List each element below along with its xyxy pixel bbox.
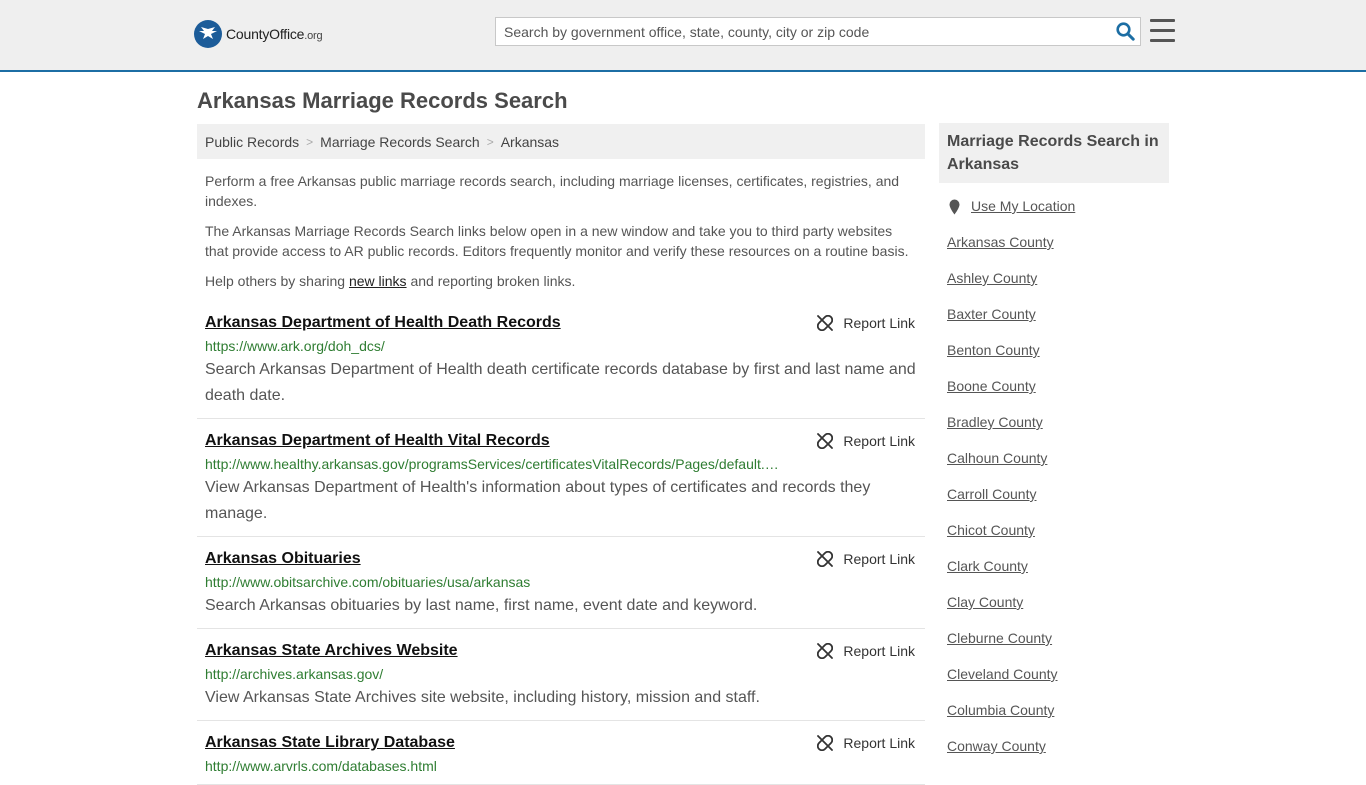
list-item: Clark County bbox=[947, 558, 1169, 594]
county-list: Use My Location Arkansas County Ashley C… bbox=[939, 198, 1169, 774]
result-url: http://www.healthy.arkansas.gov/programs… bbox=[205, 456, 779, 472]
result-item: Arkansas Obituaries Report Link http://w… bbox=[197, 537, 925, 629]
main-content: Public Records > Marriage Records Search… bbox=[197, 124, 925, 785]
result-title-link[interactable]: Arkansas Obituaries bbox=[205, 549, 361, 569]
breadcrumb: Public Records > Marriage Records Search… bbox=[197, 124, 925, 159]
result-item: Arkansas State Archives Website Report L… bbox=[197, 629, 925, 721]
search-bar bbox=[495, 17, 1141, 46]
list-item: Calhoun County bbox=[947, 450, 1169, 486]
breadcrumb-public-records[interactable]: Public Records bbox=[205, 134, 299, 150]
site-logo[interactable]: CountyOffice.org bbox=[194, 20, 323, 48]
county-link[interactable]: Clay County bbox=[947, 594, 1023, 610]
result-description: View Arkansas State Archives site websit… bbox=[205, 689, 760, 706]
breadcrumb-arkansas[interactable]: Arkansas bbox=[501, 134, 559, 150]
eagle-logo-icon bbox=[194, 20, 222, 48]
result-url: http://archives.arkansas.gov/ bbox=[205, 666, 384, 682]
result-description: View Arkansas Department of Health's inf… bbox=[205, 479, 871, 522]
breadcrumb-separator-icon: > bbox=[306, 134, 314, 149]
list-item: Carroll County bbox=[947, 486, 1169, 522]
search-icon bbox=[1115, 22, 1135, 41]
result-item: Arkansas Department of Health Vital Reco… bbox=[197, 419, 925, 537]
list-item: Chicot County bbox=[947, 522, 1169, 558]
list-item: Cleveland County bbox=[947, 666, 1169, 702]
report-link-button[interactable]: Report Link bbox=[817, 643, 915, 659]
sidebar: Marriage Records Search in Arkansas Use … bbox=[939, 123, 1169, 774]
broken-link-icon bbox=[817, 735, 834, 751]
county-link[interactable]: Ashley County bbox=[947, 270, 1037, 286]
report-link-label: Report Link bbox=[843, 643, 915, 659]
county-link[interactable]: Chicot County bbox=[947, 522, 1035, 538]
county-link[interactable]: Conway County bbox=[947, 738, 1046, 754]
result-url: http://www.arvrls.com/databases.html bbox=[205, 758, 437, 774]
broken-link-icon bbox=[817, 315, 834, 331]
county-link[interactable]: Carroll County bbox=[947, 486, 1036, 502]
intro-help-text: Help others by sharing bbox=[205, 273, 349, 289]
logo-text: CountyOffice.org bbox=[226, 26, 323, 42]
result-title-link[interactable]: Arkansas State Library Database bbox=[205, 733, 455, 753]
result-item: Arkansas Department of Health Death Reco… bbox=[197, 301, 925, 419]
breadcrumb-marriage-records-search[interactable]: Marriage Records Search bbox=[320, 134, 480, 150]
county-link[interactable]: Calhoun County bbox=[947, 450, 1047, 466]
result-item: Arkansas State Library Database Report L… bbox=[197, 721, 925, 785]
intro-paragraph-3: Help others by sharing new links and rep… bbox=[205, 271, 917, 291]
county-link[interactable]: Columbia County bbox=[947, 702, 1054, 718]
list-item: Conway County bbox=[947, 738, 1169, 774]
county-link[interactable]: Benton County bbox=[947, 342, 1040, 358]
list-item: Use My Location bbox=[947, 198, 1169, 234]
list-item: Columbia County bbox=[947, 702, 1169, 738]
result-url: http://www.obitsarchive.com/obituaries/u… bbox=[205, 574, 531, 590]
intro-paragraph-2: The Arkansas Marriage Records Search lin… bbox=[205, 223, 909, 259]
search-button[interactable] bbox=[1110, 18, 1140, 45]
intro-text: Perform a free Arkansas public marriage … bbox=[197, 159, 925, 291]
report-link-label: Report Link bbox=[843, 433, 915, 449]
county-link[interactable]: Cleburne County bbox=[947, 630, 1052, 646]
broken-link-icon bbox=[817, 643, 834, 659]
result-title-link[interactable]: Arkansas Department of Health Death Reco… bbox=[205, 313, 561, 333]
list-item: Ashley County bbox=[947, 270, 1169, 306]
logo-ext-text: .org bbox=[304, 30, 323, 42]
intro-paragraph-1: Perform a free Arkansas public marriage … bbox=[205, 173, 900, 209]
broken-link-icon bbox=[817, 551, 834, 567]
report-link-button[interactable]: Report Link bbox=[817, 315, 915, 331]
map-pin-icon bbox=[949, 199, 960, 215]
report-link-label: Report Link bbox=[843, 551, 915, 567]
report-link-label: Report Link bbox=[843, 315, 915, 331]
intro-help-text-end: and reporting broken links. bbox=[406, 273, 576, 289]
hamburger-menu-icon[interactable] bbox=[1150, 19, 1175, 42]
broken-link-icon bbox=[817, 433, 834, 449]
report-link-button[interactable]: Report Link bbox=[817, 551, 915, 567]
use-my-location-link[interactable]: Use My Location bbox=[971, 198, 1075, 214]
county-link[interactable]: Clark County bbox=[947, 558, 1028, 574]
list-item: Bradley County bbox=[947, 414, 1169, 450]
list-item: Arkansas County bbox=[947, 234, 1169, 270]
list-item: Boone County bbox=[947, 378, 1169, 414]
search-input[interactable] bbox=[496, 18, 1110, 45]
result-title-link[interactable]: Arkansas Department of Health Vital Reco… bbox=[205, 431, 550, 451]
list-item: Clay County bbox=[947, 594, 1169, 630]
result-description: Search Arkansas Department of Health dea… bbox=[205, 361, 916, 404]
page-title: Arkansas Marriage Records Search bbox=[197, 88, 568, 113]
result-description: Search Arkansas obituaries by last name,… bbox=[205, 597, 758, 614]
report-link-button[interactable]: Report Link bbox=[817, 735, 915, 751]
county-link[interactable]: Boone County bbox=[947, 378, 1036, 394]
county-link[interactable]: Bradley County bbox=[947, 414, 1043, 430]
list-item: Cleburne County bbox=[947, 630, 1169, 666]
site-header: CountyOffice.org bbox=[0, 0, 1366, 72]
sidebar-title: Marriage Records Search in Arkansas bbox=[939, 123, 1169, 183]
report-link-label: Report Link bbox=[843, 735, 915, 751]
results-list: Arkansas Department of Health Death Reco… bbox=[197, 301, 925, 785]
logo-main-text: CountyOffice bbox=[226, 26, 305, 42]
county-link[interactable]: Cleveland County bbox=[947, 666, 1058, 682]
result-title-link[interactable]: Arkansas State Archives Website bbox=[205, 641, 458, 661]
new-links-link[interactable]: new links bbox=[349, 273, 407, 289]
list-item: Baxter County bbox=[947, 306, 1169, 342]
county-link[interactable]: Arkansas County bbox=[947, 234, 1054, 250]
report-link-button[interactable]: Report Link bbox=[817, 433, 915, 449]
county-link[interactable]: Baxter County bbox=[947, 306, 1036, 322]
result-url: https://www.ark.org/doh_dcs/ bbox=[205, 338, 385, 354]
list-item: Benton County bbox=[947, 342, 1169, 378]
breadcrumb-separator-icon: > bbox=[486, 134, 494, 149]
